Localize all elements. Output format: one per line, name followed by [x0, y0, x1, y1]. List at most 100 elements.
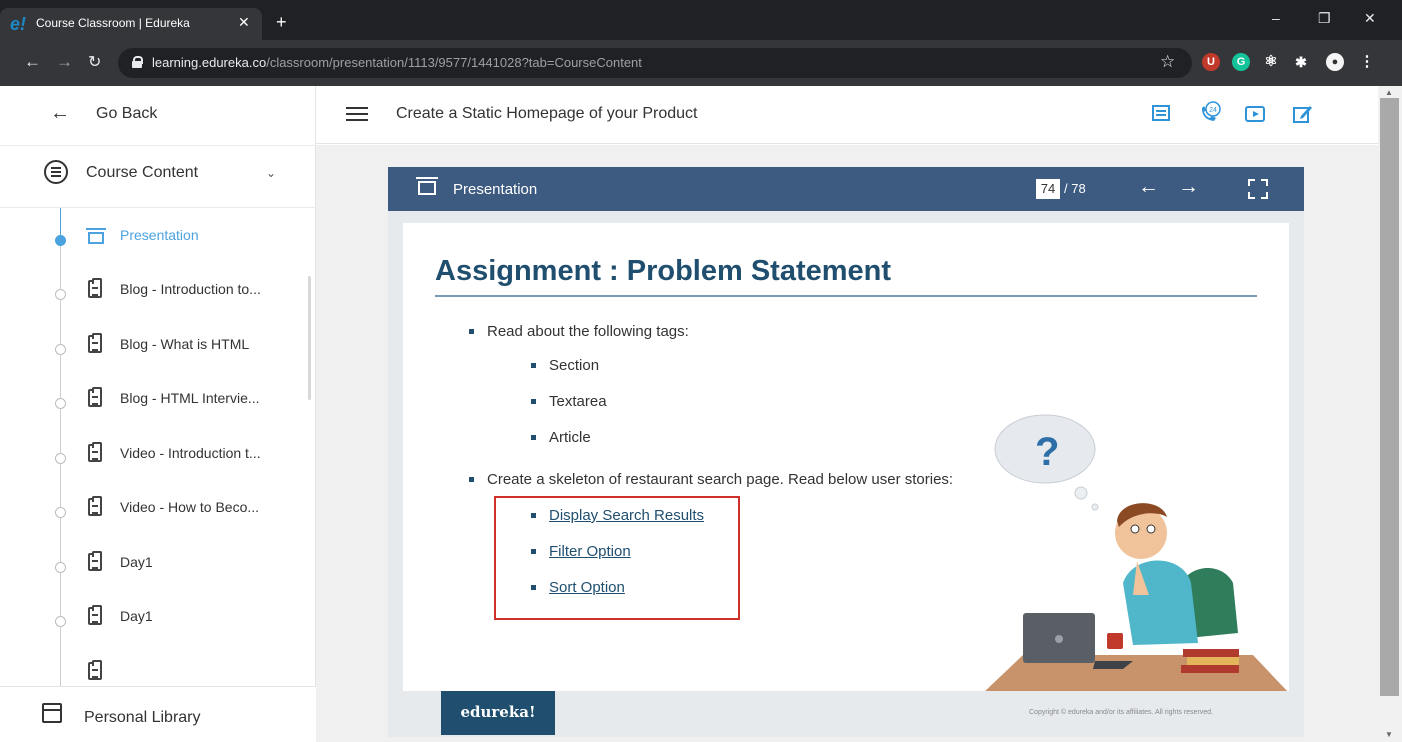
sidebar-item-video-intro[interactable]: Video - Introduction t...	[0, 426, 300, 480]
timeline-dot	[55, 616, 66, 627]
sidebar-item-blog-html-interview[interactable]: Blog - HTML Intervie...	[0, 371, 300, 425]
address-toolbar: ← → ↻ learning.edureka.co/classroom/pres…	[0, 40, 1402, 86]
bullet-create-skeleton: Create a skeleton of restaurant search p…	[468, 471, 954, 488]
personal-library-label: Personal Library	[84, 709, 201, 726]
timeline-dot	[55, 289, 66, 300]
sidebar-item-partial[interactable]	[0, 644, 300, 686]
slide-footer: edureka! Copyright © edureka and/or its …	[403, 691, 1289, 737]
edureka-favicon-icon: e!	[10, 14, 27, 34]
support-24-icon[interactable]: 24	[1196, 100, 1222, 126]
sidebar-item-label: Blog - HTML Intervie...	[120, 390, 260, 406]
sidebar-item-label: Presentation	[120, 227, 199, 243]
sidebar-item-video-how-to[interactable]: Video - How to Beco...	[0, 480, 300, 534]
title-underline	[435, 295, 1257, 297]
slide-title: Assignment : Problem Statement	[435, 255, 892, 287]
copyright-text: Copyright © edureka and/or its affiliate…	[1029, 709, 1214, 716]
previous-slide-button[interactable]: ←	[1138, 175, 1159, 199]
clipboard-icon	[88, 496, 102, 516]
page-title: Create a Static Homepage of your Product	[396, 105, 698, 122]
timeline-dot	[55, 562, 66, 573]
notes-icon[interactable]	[1150, 103, 1172, 125]
sidebar-item-label: Day1	[120, 608, 153, 624]
video-play-icon[interactable]	[1244, 103, 1266, 125]
chevron-down-icon: ⌄	[266, 166, 277, 180]
presentation-icon	[416, 177, 438, 199]
sub-bullet: Article	[531, 429, 591, 446]
back-arrow-icon[interactable]: ←	[24, 52, 41, 72]
course-content-label: Course Content	[86, 164, 199, 181]
highlight-box	[494, 496, 740, 620]
new-tab-button[interactable]: +	[276, 12, 287, 33]
react-extension-icon[interactable]: ⚛	[1262, 53, 1280, 71]
clipboard-icon	[88, 605, 102, 625]
clipboard-icon	[88, 333, 102, 353]
timeline-dot	[55, 398, 66, 409]
timeline-dot	[55, 453, 66, 464]
timeline-dot	[55, 507, 66, 518]
grammarly-extension-icon[interactable]: G	[1232, 53, 1250, 71]
lock-icon	[132, 56, 143, 68]
presentation-viewer: Presentation 74 / 78 ← → Assignment : Pr…	[388, 167, 1304, 737]
timeline-dot	[55, 235, 66, 246]
page-number-input[interactable]: 74	[1036, 179, 1060, 199]
clipboard-icon	[88, 442, 102, 462]
reload-icon[interactable]: ↻	[88, 52, 101, 72]
library-icon	[42, 703, 62, 723]
clipboard-icon	[88, 551, 102, 571]
personal-library-button[interactable]: Personal Library	[0, 686, 316, 742]
svg-text:?: ?	[1035, 430, 1059, 474]
browser-tabbar: e! Course Classroom | Edureka ✕ + – ❐ ✕	[0, 0, 1402, 40]
list-circle-icon	[44, 160, 68, 184]
page-total: / 78	[1064, 181, 1086, 196]
presentation-icon	[86, 228, 106, 244]
svg-text:24: 24	[1209, 107, 1217, 114]
scroll-up-icon[interactable]: ▲	[1385, 88, 1393, 97]
ublock-extension-icon[interactable]: U	[1202, 53, 1220, 71]
minimize-button[interactable]: –	[1272, 10, 1280, 26]
sidebar-scrollbar[interactable]	[308, 276, 311, 400]
forward-arrow-icon[interactable]: →	[56, 52, 73, 72]
sidebar-item-day1[interactable]: Day1	[0, 589, 300, 643]
menu-kebab-icon[interactable]: ⋮	[1358, 53, 1376, 71]
go-back-label: Go Back	[96, 105, 158, 122]
address-bar[interactable]: learning.edureka.co/classroom/presentati…	[118, 48, 1192, 78]
sidebar-item-label: Day1	[120, 554, 153, 570]
clipboard-icon	[88, 387, 102, 407]
next-slide-button[interactable]: →	[1178, 175, 1199, 199]
slide-frame: Assignment : Problem Statement Read abou…	[388, 211, 1304, 737]
content-header: Create a Static Homepage of your Product…	[316, 86, 1378, 144]
sidebar-item-blog-intro[interactable]: Blog - Introduction to...	[0, 262, 300, 316]
browser-tab[interactable]: e! Course Classroom | Edureka ✕	[0, 8, 262, 40]
sub-bullet: Textarea	[531, 393, 607, 410]
fullscreen-icon[interactable]	[1248, 179, 1268, 199]
thinking-man-illustration: ?	[983, 414, 1289, 693]
sidebar-item-presentation[interactable]: Presentation	[0, 208, 300, 262]
viewer-title: Presentation	[453, 181, 538, 198]
edureka-logo: edureka!	[441, 691, 555, 735]
sidebar-item-blog-what-is-html[interactable]: Blog - What is HTML	[0, 317, 300, 371]
timeline-dot	[55, 344, 66, 355]
tab-title: Course Classroom | Edureka	[36, 16, 190, 30]
viewer-header: Presentation 74 / 78 ← →	[388, 167, 1304, 211]
hamburger-menu-icon[interactable]	[346, 107, 368, 121]
bookmark-star-icon[interactable]: ☆	[1160, 52, 1175, 72]
sidebar-item-label: Video - How to Beco...	[120, 499, 260, 515]
sidebar-item-day1[interactable]: Day1	[0, 535, 300, 589]
edit-note-icon[interactable]	[1292, 103, 1314, 125]
url-text: learning.edureka.co/classroom/presentati…	[152, 55, 642, 70]
scrollbar-thumb[interactable]	[1380, 98, 1399, 696]
sidebar-item-label: Blog - What is HTML	[120, 336, 250, 352]
restore-button[interactable]: ❐	[1318, 10, 1331, 27]
sub-bullet: Section	[530, 357, 600, 374]
profile-avatar[interactable]: ●	[1326, 53, 1344, 71]
page-scrollbar[interactable]: ▲ ▼	[1378, 86, 1402, 742]
scroll-down-icon[interactable]: ▼	[1385, 730, 1393, 739]
course-content-toggle[interactable]: Course Content ⌄	[0, 146, 316, 208]
sidebar-item-label: Video - Introduction t...	[120, 445, 261, 461]
slide: Assignment : Problem Statement Read abou…	[403, 223, 1289, 737]
go-back-button[interactable]: ← Go Back	[0, 86, 316, 146]
course-content-list: Presentation Blog - Introduction to... B…	[0, 208, 316, 686]
close-window-button[interactable]: ✕	[1364, 10, 1376, 27]
extensions-puzzle-icon[interactable]: ✱	[1292, 53, 1310, 71]
tab-close-icon[interactable]: ✕	[238, 14, 250, 31]
